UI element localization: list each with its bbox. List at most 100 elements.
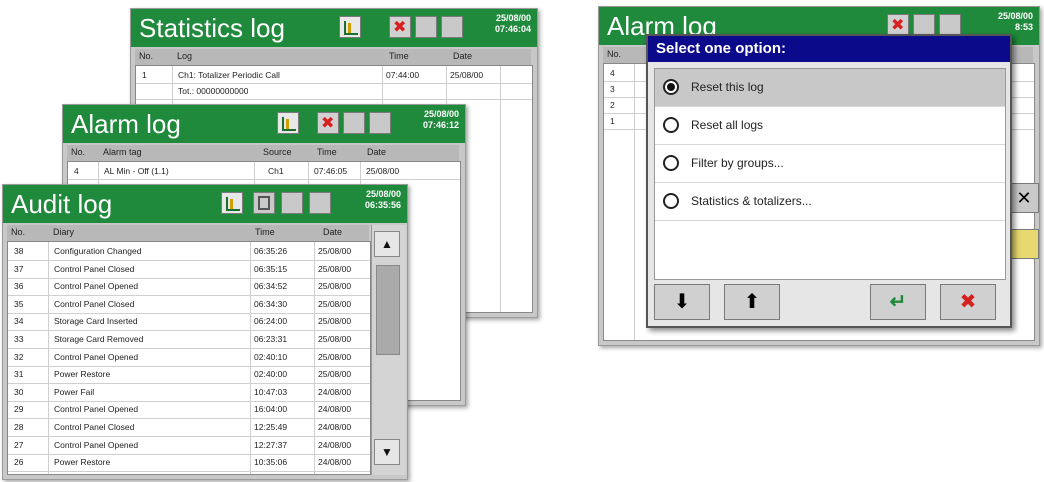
column-header: Log (177, 51, 193, 61)
move-up-button[interactable]: ⬆ (724, 284, 780, 320)
arrow-down-icon: ⬇ (673, 291, 691, 313)
cancel-button[interactable]: ✖ (940, 284, 996, 320)
table-row[interactable]: 35 Control Panel Closed 06:34:30 25/08/00 (8, 297, 370, 314)
column-header: Date (367, 147, 387, 157)
scroll-down-button[interactable]: ▼ (374, 439, 400, 465)
close-icon[interactable]: ✕ (1009, 183, 1039, 213)
column-header: No. (11, 227, 26, 237)
cell: Power Fail (54, 386, 95, 397)
column-header: No. (607, 49, 622, 59)
cell: 25/08/00 (450, 70, 484, 80)
cell: 16:04:00 (254, 404, 288, 415)
cell: 2 (610, 100, 615, 110)
cancel-icon: ✖ (959, 291, 977, 313)
scroll-thumb[interactable] (376, 265, 400, 355)
cell: 25/08/00 (318, 351, 352, 362)
date: 25/08/00 (423, 109, 459, 119)
cell: Control Panel Closed (54, 298, 135, 309)
chart-icon[interactable] (1009, 229, 1039, 259)
table-header: No. Diary Time Date (7, 225, 369, 241)
table-row[interactable]: 37 Control Panel Closed 06:35:15 25/08/00 (8, 262, 370, 279)
delete-icon[interactable] (887, 14, 909, 36)
table-row[interactable]: 36 Control Panel Opened 06:34:52 25/08/00 (8, 279, 370, 297)
cell: Power Restore (54, 369, 111, 380)
cell: 25/08/00 (318, 369, 352, 380)
blank-button[interactable] (939, 14, 961, 36)
datetime: 25/08/00 07:46:12 (423, 109, 459, 131)
radio-selected-icon[interactable] (663, 79, 679, 95)
time: 07:46:12 (422, 120, 459, 130)
delete-icon[interactable] (317, 112, 339, 134)
save-icon[interactable] (253, 192, 275, 214)
blank-button[interactable] (415, 16, 437, 38)
cell: 07:44:00 (386, 70, 420, 80)
radio-icon[interactable] (663, 117, 679, 133)
cell: 25/08/00 (366, 166, 400, 176)
cell: 06:24:00 (254, 316, 288, 327)
blank-button[interactable] (281, 192, 303, 214)
table-row[interactable]: 26 Power Restore 10:35:06 24/08/00 (8, 455, 370, 473)
table-row[interactable]: 38 Configuration Changed 06:35:26 25/08/00 (8, 244, 370, 261)
option-filter-by-groups[interactable]: Filter by groups... (655, 145, 1005, 183)
blank-button[interactable] (441, 16, 463, 38)
cell: 25/08/00 (318, 246, 352, 256)
table-row[interactable]: 1 Ch1: Totalizer Periodic Call 07:44:00 … (136, 68, 532, 84)
table-row[interactable]: 4 AL Min - Off (1.1) Ch1 07:46:05 25/08/… (68, 164, 460, 180)
table-row[interactable]: Tot.: 00000000000 (136, 84, 532, 100)
cell: 12:25:49 (254, 422, 288, 432)
cell: Tot.: 00000000000 (178, 86, 249, 96)
cell: 25/08/00 (318, 281, 352, 292)
cell: 24/08/00 (318, 457, 352, 468)
cell: Control Panel Opened (54, 281, 139, 292)
column-header: Diary (53, 227, 75, 237)
table-row[interactable]: 32 Control Panel Opened 02:40:10 25/08/00 (8, 350, 370, 367)
table-row[interactable]: 34 Storage Card Inserted 06:24:00 25/08/00 (8, 314, 370, 332)
statistics-log-titlebar: Statistics log 25/08/00 07:46:04 (131, 9, 537, 47)
time: 06:35:56 (364, 200, 401, 210)
delete-icon[interactable] (389, 16, 411, 38)
dialog-title: Select one option: (648, 36, 1010, 62)
table-row[interactable]: 29 Control Panel Opened 16:04:00 24/08/00 (8, 402, 370, 420)
cell: 07:46:05 (314, 166, 348, 176)
table-row[interactable]: 30 Power Fail 10:47:03 24/08/00 (8, 385, 370, 402)
date: 25/08/00 (365, 189, 401, 199)
column-header: No. (71, 147, 86, 157)
option-reset-all-logs[interactable]: Reset all logs (655, 107, 1005, 145)
table-row[interactable]: 33 Storage Card Removed 06:23:31 25/08/00 (8, 332, 370, 349)
move-down-button[interactable]: ⬇ (654, 284, 710, 320)
table-row[interactable]: 28 Control Panel Closed 12:25:49 24/08/00 (8, 420, 370, 437)
option-statistics-totalizers[interactable]: Statistics & totalizers... (655, 183, 1005, 221)
blank-button[interactable] (309, 192, 331, 214)
audit-scrollbar[interactable]: ▲ ▼ (371, 225, 406, 475)
cell: 25/08/00 (318, 316, 352, 327)
cell: 28 (14, 422, 24, 432)
table-row[interactable]: 27 Control Panel Opened 12:27:37 24/08/00 (8, 438, 370, 455)
cell: 06:34:52 (254, 281, 288, 292)
ok-button[interactable]: ↵ (870, 284, 926, 320)
blank-button[interactable] (369, 112, 391, 134)
cell: Storage Card Removed (54, 334, 144, 344)
cell: 06:23:31 (254, 334, 288, 344)
cell: 25/08/00 (318, 298, 352, 309)
chart-icon[interactable] (339, 16, 361, 38)
cell: 30 (14, 386, 24, 397)
cell: 4 (610, 68, 615, 78)
chart-icon[interactable] (277, 112, 299, 134)
enter-icon: ↵ (889, 291, 907, 313)
scroll-up-button[interactable]: ▲ (374, 231, 400, 257)
cell: 34 (14, 316, 24, 327)
column-header: Alarm tag (103, 147, 142, 157)
blank-button[interactable] (913, 14, 935, 36)
cell: Control Panel Opened (54, 404, 139, 415)
cell: 06:35:26 (254, 246, 288, 256)
radio-icon[interactable] (663, 155, 679, 171)
radio-icon[interactable] (663, 193, 679, 209)
chart-icon[interactable] (221, 192, 243, 214)
option-reset-this-log[interactable]: Reset this log (655, 69, 1005, 107)
blank-button[interactable] (343, 112, 365, 134)
cell: 24/08/00 (318, 404, 352, 415)
audit-log-window: Audit log 25/08/00 06:35:56 No. Diary Ti… (2, 184, 408, 480)
cell: 37 (14, 263, 24, 274)
table-row[interactable]: 31 Power Restore 02:40:00 25/08/00 (8, 367, 370, 385)
audit-table: 38 Configuration Changed 06:35:26 25/08/00 3… (7, 241, 371, 475)
